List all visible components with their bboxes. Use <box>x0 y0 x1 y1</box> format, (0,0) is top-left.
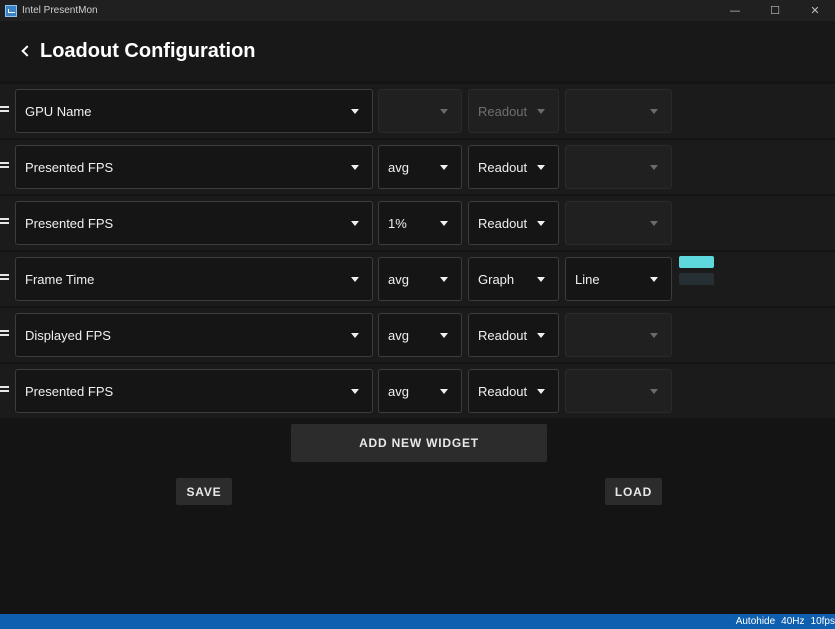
metric-select-value: Presented FPS <box>25 383 114 399</box>
drag-handle-icon[interactable] <box>0 273 9 281</box>
chevron-down-icon <box>440 164 448 170</box>
metric-select-value: Frame Time <box>25 271 95 287</box>
style-select-value: Line <box>575 271 600 287</box>
chevron-down-icon <box>440 388 448 394</box>
chevron-down-icon <box>650 388 658 394</box>
metric-select[interactable]: Presented FPS <box>15 201 373 245</box>
metric-select[interactable]: Presented FPS <box>15 145 373 189</box>
widget-type-select[interactable]: Graph <box>468 257 559 301</box>
chevron-down-icon <box>351 164 359 170</box>
back-chevron-icon[interactable] <box>20 45 32 57</box>
drag-handle-icon[interactable] <box>0 161 9 169</box>
chevron-down-icon <box>440 108 448 114</box>
stat-select[interactable]: avg <box>378 369 462 413</box>
stat-select-value: avg <box>388 159 409 175</box>
metric-select-value: GPU Name <box>25 103 92 119</box>
title-bar: Intel PresentMon — ☐ ✕ <box>0 0 835 21</box>
metric-select-value: Presented FPS <box>25 215 114 231</box>
stat-select[interactable]: avg <box>378 257 462 301</box>
minimize-button[interactable]: — <box>715 0 755 21</box>
stat-select[interactable]: avg <box>378 313 462 357</box>
metric-select[interactable]: GPU Name <box>15 89 373 133</box>
chevron-down-icon <box>537 220 545 226</box>
widget-type-select-value: Graph <box>478 271 515 287</box>
presentmon-app-icon <box>5 4 17 17</box>
status-bar: Autohide 40Hz 10fps <box>0 614 835 629</box>
style-select[interactable]: Line <box>565 257 672 301</box>
metric-select[interactable]: Presented FPS <box>15 369 373 413</box>
widget-row: GPU Name Readout <box>0 84 835 138</box>
widget-row: Presented FPS 1% Readout <box>0 196 835 250</box>
metric-select-value: Presented FPS <box>25 159 114 175</box>
drag-handle-icon[interactable] <box>0 217 9 225</box>
widget-type-select-value: Readout <box>478 327 528 343</box>
widget-type-select[interactable]: Readout <box>468 145 559 189</box>
style-select[interactable] <box>565 145 672 189</box>
widget-type-select[interactable]: Readout <box>468 89 559 133</box>
style-select[interactable] <box>565 313 672 357</box>
stat-select[interactable]: 1% <box>378 201 462 245</box>
chevron-down-icon <box>440 332 448 338</box>
chevron-down-icon <box>537 276 545 282</box>
widget-type-select-value: Readout <box>478 103 528 119</box>
refresh-rate-status: 40Hz <box>781 616 805 627</box>
window-controls: — ☐ ✕ <box>715 0 835 21</box>
close-button[interactable]: ✕ <box>795 0 835 21</box>
widget-type-select-value: Readout <box>478 383 528 399</box>
style-select[interactable] <box>565 89 672 133</box>
style-select[interactable] <box>565 201 672 245</box>
line-color-swatch[interactable] <box>679 256 714 268</box>
chevron-down-icon <box>650 220 658 226</box>
metric-select-value: Displayed FPS <box>25 327 111 343</box>
window-title: Intel PresentMon <box>22 5 98 16</box>
chevron-down-icon <box>650 108 658 114</box>
chevron-down-icon <box>537 108 545 114</box>
chevron-down-icon <box>351 332 359 338</box>
style-select[interactable] <box>565 369 672 413</box>
drag-handle-icon[interactable] <box>0 105 9 113</box>
widget-type-select-value: Readout <box>478 159 528 175</box>
fill-color-swatch[interactable] <box>679 273 714 285</box>
widget-type-select-value: Readout <box>478 215 528 231</box>
chevron-down-icon <box>650 164 658 170</box>
chevron-down-icon <box>537 164 545 170</box>
fps-status: 10fps <box>810 616 835 627</box>
drag-handle-icon[interactable] <box>0 329 9 337</box>
page-header: Loadout Configuration <box>0 21 835 81</box>
chevron-down-icon <box>440 276 448 282</box>
widget-row: Displayed FPS avg Readout <box>0 308 835 362</box>
autohide-status[interactable]: Autohide <box>736 616 775 627</box>
add-new-widget-button[interactable]: ADD NEW WIDGET <box>291 424 547 462</box>
widget-type-select[interactable]: Readout <box>468 201 559 245</box>
metric-select[interactable]: Displayed FPS <box>15 313 373 357</box>
stat-select-value: 1% <box>388 215 407 231</box>
widget-type-select[interactable]: Readout <box>468 313 559 357</box>
widget-row: Frame Time avg Graph Line <box>0 252 835 306</box>
stat-select[interactable]: avg <box>378 145 462 189</box>
chevron-down-icon <box>650 276 658 282</box>
chevron-down-icon <box>537 332 545 338</box>
chevron-down-icon <box>351 276 359 282</box>
chevron-down-icon <box>351 220 359 226</box>
widget-row: Presented FPS avg Readout <box>0 364 835 418</box>
widget-row: Presented FPS avg Readout <box>0 140 835 194</box>
load-button[interactable]: LOAD <box>605 478 662 505</box>
stat-select-value: avg <box>388 271 409 287</box>
chevron-down-icon <box>351 388 359 394</box>
stat-select[interactable] <box>378 89 462 133</box>
metric-select[interactable]: Frame Time <box>15 257 373 301</box>
chevron-down-icon <box>537 388 545 394</box>
chevron-down-icon <box>440 220 448 226</box>
maximize-button[interactable]: ☐ <box>755 0 795 21</box>
page-title: Loadout Configuration <box>40 39 256 62</box>
stat-select-value: avg <box>388 327 409 343</box>
widget-type-select[interactable]: Readout <box>468 369 559 413</box>
chevron-down-icon <box>650 332 658 338</box>
save-button[interactable]: SAVE <box>176 478 232 505</box>
chevron-down-icon <box>351 108 359 114</box>
stat-select-value: avg <box>388 383 409 399</box>
drag-handle-icon[interactable] <box>0 385 9 393</box>
